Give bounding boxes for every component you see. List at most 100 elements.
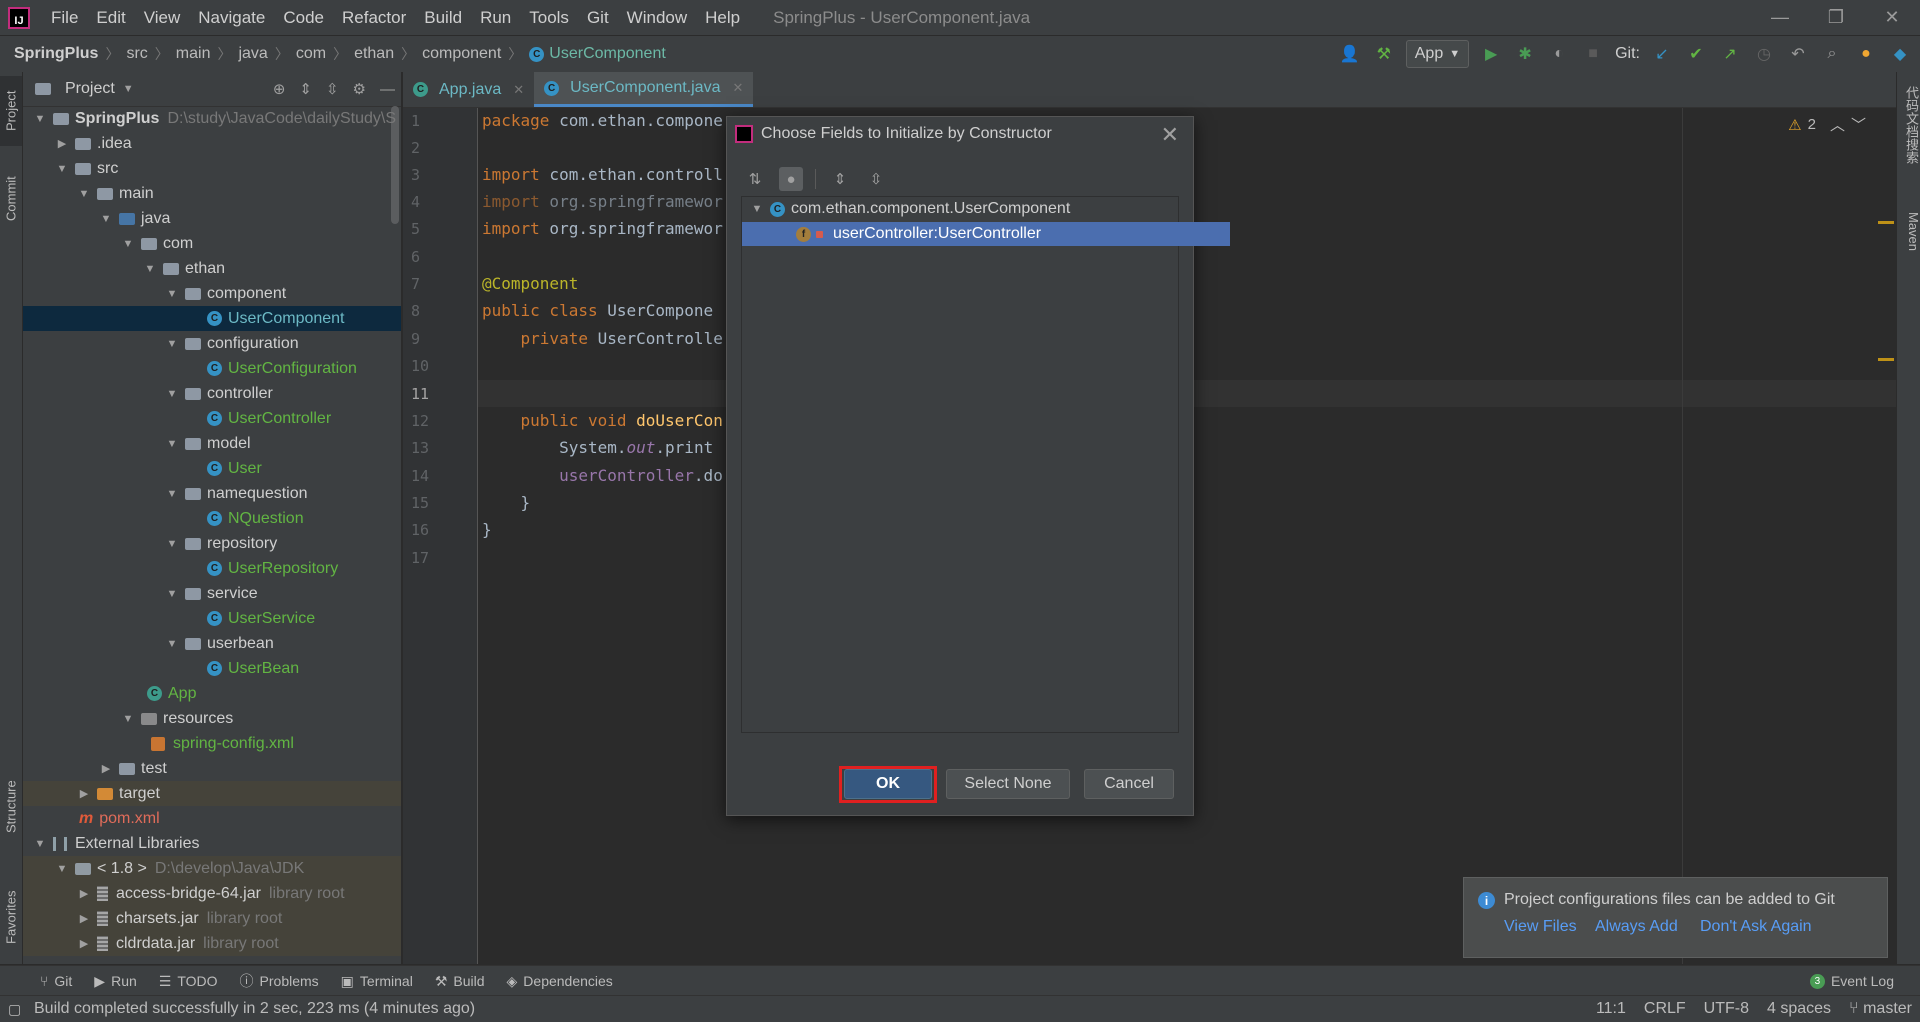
sort-alphabetically-icon[interactable]: ⇅ (743, 167, 767, 191)
close-tab-icon[interactable]: ✕ (513, 82, 524, 98)
caret-position[interactable]: 11:1 (1596, 1000, 1626, 1018)
dont-ask-again-link[interactable]: Don't Ask Again (1700, 918, 1812, 936)
chevron-down-icon[interactable]: ▼ (750, 203, 764, 215)
tree-item-com[interactable]: ▼ com (23, 231, 401, 256)
event-log-button[interactable]: 3 Event Log (1809, 973, 1894, 989)
git-commit-icon[interactable]: ✔ (1684, 42, 1708, 66)
chevron-down-icon[interactable]: ▼ (143, 263, 157, 275)
chevron-down-icon[interactable]: ▼ (165, 388, 179, 400)
run-tool-button[interactable]: ▶ Run (94, 973, 136, 990)
chevron-down-icon[interactable]: ▼ (165, 638, 179, 650)
search-icon[interactable]: ⌕ (1820, 42, 1844, 66)
warning-stripe-marker[interactable] (1878, 221, 1894, 224)
chevron-right-icon[interactable]: ▶ (77, 887, 91, 900)
tree-item-component[interactable]: ▼ component (23, 281, 401, 306)
tree-item-user-bean-class[interactable]: C UserBean (23, 656, 401, 681)
close-icon[interactable]: ✕ (1161, 122, 1179, 148)
rollback-icon[interactable]: ↶ (1786, 42, 1810, 66)
dependencies-tool-button[interactable]: ◈ Dependencies (507, 973, 613, 990)
chevron-right-icon[interactable]: ▶ (99, 762, 113, 775)
select-none-button[interactable]: Select None (946, 769, 1070, 799)
tree-item-namequestion[interactable]: ▼ namequestion (23, 481, 401, 506)
tree-item-spring-config[interactable]: spring-config.xml (23, 731, 401, 756)
tree-item-field[interactable]: f userController:UserController (742, 222, 1230, 246)
close-tab-icon[interactable]: ✕ (732, 80, 743, 96)
chevron-down-icon[interactable]: ▼ (55, 163, 69, 175)
chevron-down-icon[interactable]: ▼ (99, 213, 113, 225)
locate-icon[interactable]: ⊕ (273, 80, 286, 98)
breadcrumb-project[interactable]: SpringPlus (14, 45, 98, 63)
chevron-down-icon[interactable]: ▼ (165, 438, 179, 450)
view-files-link[interactable]: View Files (1504, 918, 1577, 936)
tree-item-repository[interactable]: ▼ repository (23, 531, 401, 556)
tree-item-jdk[interactable]: ▼ < 1.8 > D:\develop\Java\JDK (23, 856, 401, 881)
tree-item-userrepository[interactable]: C UserRepository (23, 556, 401, 581)
tree-item-service[interactable]: ▼ service (23, 581, 401, 606)
build-tool-button[interactable]: ⚒ Build (435, 973, 485, 990)
favorites-tool-tab[interactable]: Favorites (0, 872, 22, 962)
tree-item-ethan[interactable]: ▼ ethan (23, 256, 401, 281)
restore-button[interactable]: ❐ (1808, 0, 1864, 35)
user-icon[interactable]: 👤 (1338, 42, 1362, 66)
menu-edit[interactable]: Edit (87, 0, 134, 35)
coverage-icon[interactable]: ◐ (1547, 42, 1571, 66)
chevron-down-icon[interactable]: ▼ (77, 188, 91, 200)
menu-git[interactable]: Git (578, 0, 618, 35)
tree-item-controller[interactable]: ▼ controller (23, 381, 401, 406)
jetbrains-icon[interactable]: ◆ (1888, 42, 1912, 66)
chevron-down-icon[interactable]: ▼ (165, 588, 179, 600)
chevron-up-icon[interactable]: ︿ (1830, 114, 1845, 135)
breadcrumb-component[interactable]: component (422, 45, 501, 63)
inspection-widget[interactable]: ⚠ 2 ︿ ﹀ (1788, 114, 1866, 135)
chevron-right-icon[interactable]: ▶ (77, 912, 91, 925)
cancel-button[interactable]: Cancel (1084, 769, 1174, 799)
run-icon[interactable]: ▶ (1479, 42, 1503, 66)
warning-stripe-marker[interactable] (1878, 358, 1894, 361)
build-hammer-icon[interactable]: ⚒ (1372, 42, 1396, 66)
chevron-down-icon[interactable]: ▼ (165, 488, 179, 500)
tree-item-user[interactable]: C User (23, 456, 401, 481)
menu-run[interactable]: Run (471, 0, 520, 35)
tree-item-root[interactable]: ▼ SpringPlus D:\study\JavaCode\dailyStud… (23, 106, 401, 131)
tree-item-usercomponent[interactable]: C UserComponent (23, 306, 401, 331)
todo-tool-button[interactable]: ☰ TODO (159, 973, 218, 990)
chevron-right-icon[interactable]: ▶ (77, 787, 91, 800)
tree-item-app[interactable]: C App (23, 681, 401, 706)
git-push-icon[interactable]: ↗ (1718, 42, 1742, 66)
tab-usercomponent-java[interactable]: C UserComponent.java ✕ (534, 72, 754, 107)
history-icon[interactable]: ◷ (1752, 42, 1776, 66)
update-icon[interactable]: ● (1854, 42, 1878, 66)
close-window-button[interactable]: ✕ (1864, 0, 1920, 35)
collapse-all-icon[interactable]: ⇳ (326, 80, 339, 98)
show-classes-icon[interactable]: ● (779, 167, 803, 191)
project-tool-tab[interactable]: Project (0, 76, 22, 146)
menu-file[interactable]: File (42, 0, 87, 35)
tree-item-usercontroller[interactable]: C UserController (23, 406, 401, 431)
gear-icon[interactable]: ⚙ (353, 80, 366, 98)
tree-item-java[interactable]: ▼ java (23, 206, 401, 231)
structure-tool-tab[interactable]: Structure (0, 762, 22, 852)
chevron-right-icon[interactable]: ▶ (77, 937, 91, 950)
stop-icon[interactable]: ■ (1581, 42, 1605, 66)
tree-item-src[interactable]: ▼ src (23, 156, 401, 181)
menu-tools[interactable]: Tools (520, 0, 578, 35)
breadcrumb-com[interactable]: com (296, 45, 326, 63)
debug-icon[interactable]: ✱ (1513, 42, 1537, 66)
menu-view[interactable]: View (135, 0, 190, 35)
tree-item-target[interactable]: ▶ target (23, 781, 401, 806)
toggle-tool-windows-icon[interactable]: ▢ (8, 1001, 21, 1018)
maven-tool-tab[interactable]: Maven (1899, 212, 1920, 251)
chevron-right-icon[interactable]: ▶ (55, 137, 69, 150)
tree-item-jar[interactable]: ▶ access-bridge-64.jar library root (23, 881, 401, 906)
code-doc-search-tab[interactable]: 代码文档搜索 (1899, 86, 1920, 164)
expand-all-icon[interactable]: ⇕ (299, 80, 312, 98)
tree-item-main[interactable]: ▼ main (23, 181, 401, 206)
chevron-down-icon[interactable]: ▼ (33, 113, 47, 125)
always-add-link[interactable]: Always Add (1595, 918, 1678, 936)
tab-app-java[interactable]: C App.java ✕ (403, 72, 534, 107)
status-message[interactable]: Build completed successfully in 2 sec, 2… (34, 1000, 475, 1018)
hide-panel-icon[interactable]: — (380, 81, 395, 98)
tree-item-class[interactable]: ▼ C com.ethan.component.UserComponent (742, 197, 1184, 221)
tree-item-nquestion[interactable]: C NQuestion (23, 506, 401, 531)
tree-item-userconfiguration[interactable]: C UserConfiguration (23, 356, 401, 381)
